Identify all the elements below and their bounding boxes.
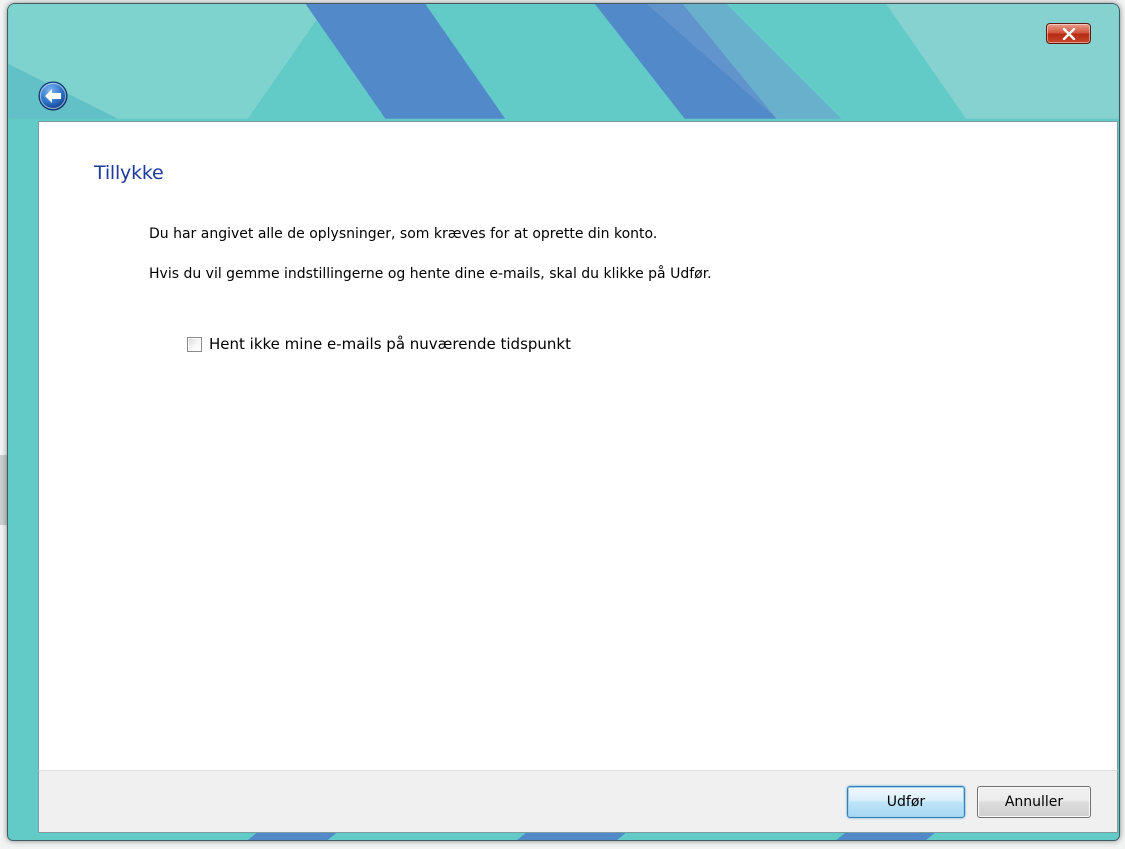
page-title: Tillykke [94, 162, 164, 184]
dont-fetch-emails-checkbox[interactable] [187, 336, 202, 352]
cancel-button[interactable]: Annuller [977, 786, 1091, 818]
instruction-text: Hvis du vil gemme indstillingerne og hen… [149, 266, 712, 282]
back-arrow-icon [38, 81, 68, 111]
wizard-window: Tillykke Du har angivet alle de oplysnin… [7, 3, 1120, 841]
dont-fetch-emails-option[interactable]: Hent ikke mine e-mails på nuværende tids… [187, 335, 571, 353]
finish-button[interactable]: Udfør [847, 786, 965, 818]
info-text: Du har angivet alle de oplysninger, som … [149, 226, 658, 242]
wizard-content: Tillykke Du har angivet alle de oplysnin… [38, 121, 1118, 770]
wizard-footer: Udfør Annuller [38, 770, 1118, 833]
close-button[interactable] [1046, 23, 1091, 44]
dont-fetch-emails-label[interactable]: Hent ikke mine e-mails på nuværende tids… [209, 335, 571, 353]
close-icon [1062, 27, 1075, 40]
back-button[interactable] [38, 81, 68, 111]
